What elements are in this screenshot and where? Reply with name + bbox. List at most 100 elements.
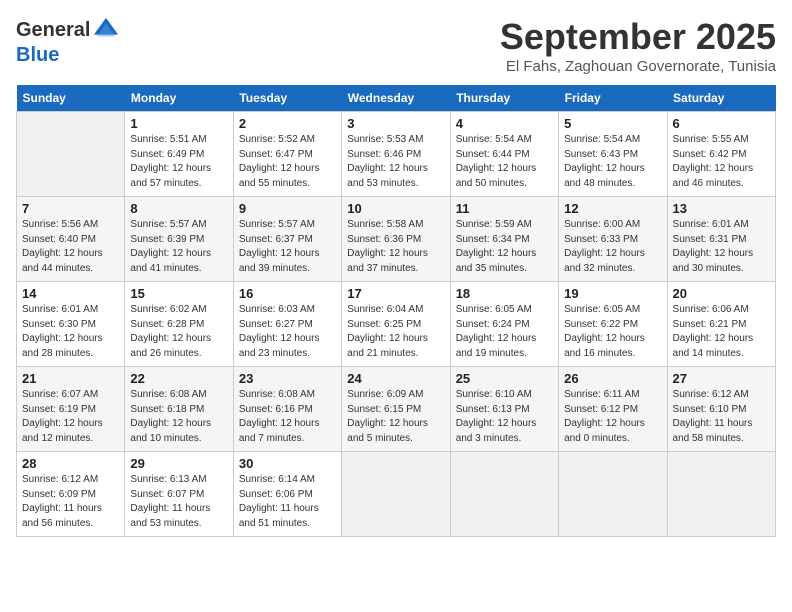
calendar-week-row: 21 Sunrise: 6:07 AM Sunset: 6:19 PM Dayli…: [17, 367, 776, 452]
calendar-cell: 25Sunrise: 6:10 AM Sunset: 6:13 PM Dayli…: [450, 367, 558, 452]
day-number: 4: [456, 116, 553, 131]
day-number: 2: [239, 116, 336, 131]
cell-content: Sunrise: 6:13 AM Sunset: 6:07 PM Dayligh…: [130, 473, 227, 531]
logo-blue-text: Blue: [16, 44, 59, 66]
calendar-header-saturday: Saturday: [667, 85, 775, 112]
cell-content: Sunrise: 6:05 AM Sunset: 6:22 PM Dayligh…: [564, 303, 661, 361]
calendar-header-monday: Monday: [125, 85, 233, 112]
calendar-cell: 6 Sunrise: 5:55 AM Sunset: 6:42 PM Daylig…: [667, 112, 775, 197]
cell-content: Sunrise: 5:51 AM Sunset: 6:49 PM Dayligh…: [130, 133, 227, 191]
calendar-week-row: 1 Sunrise: 5:51 AM Sunset: 6:49 PM Daylig…: [17, 112, 776, 197]
day-number: 11: [456, 201, 553, 216]
cell-content: Sunrise: 6:06 AM Sunset: 6:21 PM Dayligh…: [673, 303, 770, 361]
day-number: 10: [347, 201, 444, 216]
day-number: 17: [347, 286, 444, 301]
calendar-header-thursday: Thursday: [450, 85, 558, 112]
logo: General Blue: [16, 16, 120, 67]
logo-icon: [92, 16, 120, 44]
calendar-cell: 22 Sunrise: 6:08 AM Sunset: 6:18 PM Dayli…: [125, 367, 233, 452]
day-number: 7: [22, 201, 119, 216]
cell-content: Sunrise: 6:08 AM Sunset: 6:16 PM Dayligh…: [239, 388, 336, 446]
calendar-cell: 7 Sunrise: 5:56 AM Sunset: 6:40 PM Daylig…: [17, 197, 125, 282]
calendar-table: SundayMondayTuesdayWednesdayThursdayFrid…: [16, 85, 776, 537]
day-number: 12: [564, 201, 661, 216]
cell-content: Sunrise: 5:54 AM Sunset: 6:43 PM Dayligh…: [564, 133, 661, 191]
month-title: September 2025: [500, 16, 776, 58]
cell-content: Sunrise: 6:10 AM Sunset: 6:13 PM Dayligh…: [456, 388, 553, 446]
day-number: 15: [130, 286, 227, 301]
day-number: 22: [130, 371, 227, 386]
calendar-cell: 19 Sunrise: 6:05 AM Sunset: 6:22 PM Dayli…: [559, 282, 667, 367]
calendar-cell: [17, 112, 125, 197]
day-number: 19: [564, 286, 661, 301]
calendar-cell: [450, 452, 558, 537]
cell-content: Sunrise: 6:12 AM Sunset: 6:09 PM Dayligh…: [22, 473, 119, 531]
calendar-cell: 5 Sunrise: 5:54 AM Sunset: 6:43 PM Daylig…: [559, 112, 667, 197]
cell-content: Sunrise: 6:00 AM Sunset: 6:33 PM Dayligh…: [564, 218, 661, 276]
day-number: 13: [673, 201, 770, 216]
calendar-cell: 2 Sunrise: 5:52 AM Sunset: 6:47 PM Daylig…: [233, 112, 341, 197]
cell-content: Sunrise: 6:12 AM Sunset: 6:10 PM Dayligh…: [673, 388, 770, 446]
calendar-cell: 24 Sunrise: 6:09 AM Sunset: 6:15 PM Dayli…: [342, 367, 450, 452]
calendar-week-row: 14Sunrise: 6:01 AM Sunset: 6:30 PM Dayli…: [17, 282, 776, 367]
cell-content: Sunrise: 5:57 AM Sunset: 6:39 PM Dayligh…: [130, 218, 227, 276]
calendar-cell: 4 Sunrise: 5:54 AM Sunset: 6:44 PM Daylig…: [450, 112, 558, 197]
calendar-header-tuesday: Tuesday: [233, 85, 341, 112]
calendar-header-friday: Friday: [559, 85, 667, 112]
cell-content: Sunrise: 6:11 AM Sunset: 6:12 PM Dayligh…: [564, 388, 661, 446]
calendar-header-sunday: Sunday: [17, 85, 125, 112]
calendar-cell: 13 Sunrise: 6:01 AM Sunset: 6:31 PM Dayli…: [667, 197, 775, 282]
calendar-cell: 21 Sunrise: 6:07 AM Sunset: 6:19 PM Dayli…: [17, 367, 125, 452]
cell-content: Sunrise: 5:55 AM Sunset: 6:42 PM Dayligh…: [673, 133, 770, 191]
cell-content: Sunrise: 5:59 AM Sunset: 6:34 PM Dayligh…: [456, 218, 553, 276]
day-number: 1: [130, 116, 227, 131]
calendar-cell: 14Sunrise: 6:01 AM Sunset: 6:30 PM Dayli…: [17, 282, 125, 367]
cell-content: Sunrise: 6:03 AM Sunset: 6:27 PM Dayligh…: [239, 303, 336, 361]
calendar-cell: 28 Sunrise: 6:12 AM Sunset: 6:09 PM Dayli…: [17, 452, 125, 537]
cell-content: Sunrise: 6:14 AM Sunset: 6:06 PM Dayligh…: [239, 473, 336, 531]
day-number: 3: [347, 116, 444, 131]
calendar-cell: 12 Sunrise: 6:00 AM Sunset: 6:33 PM Dayli…: [559, 197, 667, 282]
cell-content: Sunrise: 5:56 AM Sunset: 6:40 PM Dayligh…: [22, 218, 119, 276]
calendar-cell: 27Sunrise: 6:12 AM Sunset: 6:10 PM Dayli…: [667, 367, 775, 452]
cell-content: Sunrise: 6:09 AM Sunset: 6:15 PM Dayligh…: [347, 388, 444, 446]
cell-content: Sunrise: 6:08 AM Sunset: 6:18 PM Dayligh…: [130, 388, 227, 446]
day-number: 28: [22, 456, 119, 471]
subtitle: El Fahs, Zaghouan Governorate, Tunisia: [500, 58, 776, 75]
day-number: 30: [239, 456, 336, 471]
cell-content: Sunrise: 6:05 AM Sunset: 6:24 PM Dayligh…: [456, 303, 553, 361]
cell-content: Sunrise: 6:01 AM Sunset: 6:31 PM Dayligh…: [673, 218, 770, 276]
calendar-week-row: 28 Sunrise: 6:12 AM Sunset: 6:09 PM Dayli…: [17, 452, 776, 537]
cell-content: Sunrise: 5:58 AM Sunset: 6:36 PM Dayligh…: [347, 218, 444, 276]
day-number: 24: [347, 371, 444, 386]
cell-content: Sunrise: 5:52 AM Sunset: 6:47 PM Dayligh…: [239, 133, 336, 191]
header: General Blue September 2025 El Fahs, Zag…: [16, 16, 776, 75]
day-number: 18: [456, 286, 553, 301]
day-number: 5: [564, 116, 661, 131]
day-number: 23: [239, 371, 336, 386]
cell-content: Sunrise: 5:57 AM Sunset: 6:37 PM Dayligh…: [239, 218, 336, 276]
day-number: 8: [130, 201, 227, 216]
cell-content: Sunrise: 6:07 AM Sunset: 6:19 PM Dayligh…: [22, 388, 119, 446]
cell-content: Sunrise: 5:54 AM Sunset: 6:44 PM Dayligh…: [456, 133, 553, 191]
cell-content: Sunrise: 6:02 AM Sunset: 6:28 PM Dayligh…: [130, 303, 227, 361]
calendar-cell: 1 Sunrise: 5:51 AM Sunset: 6:49 PM Daylig…: [125, 112, 233, 197]
calendar-cell: 23 Sunrise: 6:08 AM Sunset: 6:16 PM Dayli…: [233, 367, 341, 452]
day-number: 21: [22, 371, 119, 386]
day-number: 9: [239, 201, 336, 216]
calendar-cell: 16Sunrise: 6:03 AM Sunset: 6:27 PM Dayli…: [233, 282, 341, 367]
calendar-cell: 15 Sunrise: 6:02 AM Sunset: 6:28 PM Dayli…: [125, 282, 233, 367]
cell-content: Sunrise: 6:01 AM Sunset: 6:30 PM Dayligh…: [22, 303, 119, 361]
calendar-cell: 20Sunrise: 6:06 AM Sunset: 6:21 PM Dayli…: [667, 282, 775, 367]
day-number: 29: [130, 456, 227, 471]
calendar-cell: 18 Sunrise: 6:05 AM Sunset: 6:24 PM Dayli…: [450, 282, 558, 367]
title-area: September 2025 El Fahs, Zaghouan Governo…: [500, 16, 776, 75]
calendar-cell: [342, 452, 450, 537]
calendar-cell: 17 Sunrise: 6:04 AM Sunset: 6:25 PM Dayli…: [342, 282, 450, 367]
calendar-cell: [667, 452, 775, 537]
calendar-cell: [559, 452, 667, 537]
day-number: 6: [673, 116, 770, 131]
calendar-cell: 9 Sunrise: 5:57 AM Sunset: 6:37 PM Daylig…: [233, 197, 341, 282]
cell-content: Sunrise: 6:04 AM Sunset: 6:25 PM Dayligh…: [347, 303, 444, 361]
calendar-cell: 26Sunrise: 6:11 AM Sunset: 6:12 PM Dayli…: [559, 367, 667, 452]
